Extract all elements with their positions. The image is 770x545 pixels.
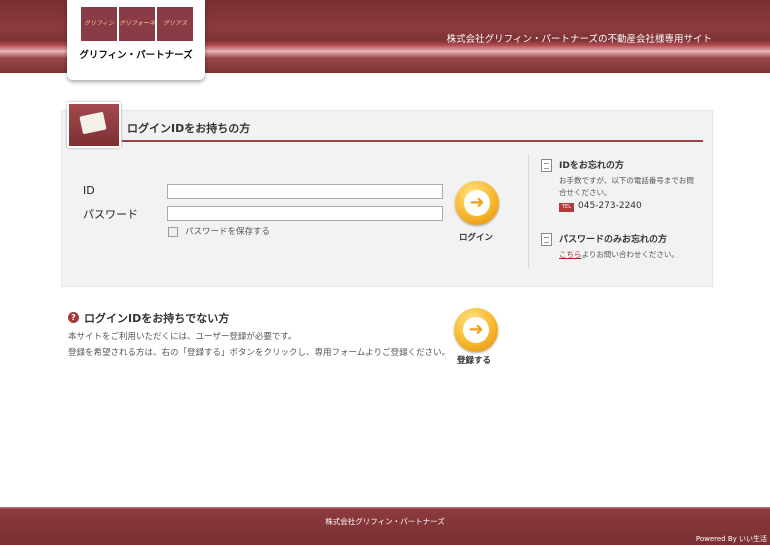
tel-badge: TEL xyxy=(559,203,574,212)
register-button-label[interactable]: 登録する xyxy=(457,354,491,366)
id-input[interactable] xyxy=(167,184,443,199)
register-text-2: 登録を希望される方は、右の「登録する」ボタンをクリックし、専用フォームよりご登録… xyxy=(68,348,451,358)
forgot-id-text: お手数ですが、以下の電話番号までお問合せください。 xyxy=(559,176,694,197)
forgot-password-text: こちらよりお問い合わせください。 xyxy=(559,249,694,261)
save-password-checkbox[interactable] xyxy=(168,227,178,237)
site-title: 株式会社グリフィン・パートナーズの不動産会社様専用サイト xyxy=(446,34,712,45)
login-panel-title: ログインIDをお持ちの方 xyxy=(127,122,251,135)
password-input[interactable] xyxy=(167,206,443,221)
tel-number: 045-273-2240 xyxy=(578,201,642,211)
powered-by[interactable]: Powered By いい生活 xyxy=(696,534,767,544)
register-text-1: 本サイトをご利用いただくには、ユーザー登録が必要です。 xyxy=(68,332,297,342)
register-button[interactable] xyxy=(454,308,498,352)
logo-tile: グリアス xyxy=(157,7,193,41)
id-label: ID xyxy=(83,184,95,197)
logo-tile: グリフォーネ xyxy=(119,7,155,41)
save-password-label[interactable]: パスワードを保存する xyxy=(185,225,270,237)
login-button-label[interactable]: ログイン xyxy=(459,231,493,243)
forgot-id-title: IDをお忘れの方 xyxy=(559,161,624,171)
logo-name: グリフィン・パートナーズ xyxy=(79,50,193,61)
magnifier-document-icon xyxy=(67,102,121,148)
panel-separator xyxy=(528,154,529,268)
password-label: パスワード xyxy=(83,208,138,221)
panel-divider xyxy=(122,140,703,142)
company-logo[interactable]: グリフィン グリフォーネ グリアス グリフィン・パートナーズ xyxy=(67,0,205,80)
login-button[interactable] xyxy=(455,181,499,225)
register-title: ログインIDをお持ちでない方 xyxy=(84,312,230,325)
forgot-password-title: パスワードのみお忘れの方 xyxy=(559,235,668,245)
document-icon xyxy=(541,233,552,246)
logo-tile: グリフィン xyxy=(81,7,117,41)
question-icon: ? xyxy=(68,312,79,323)
document-icon xyxy=(541,159,552,172)
forgot-password-suffix: よりお問い合わせください。 xyxy=(581,250,679,259)
footer-company: 株式会社グリフィン・パートナーズ xyxy=(325,517,445,526)
logo-tiles: グリフィン グリフォーネ グリアス xyxy=(81,7,193,41)
forgot-password-link[interactable]: こちら xyxy=(559,250,582,259)
